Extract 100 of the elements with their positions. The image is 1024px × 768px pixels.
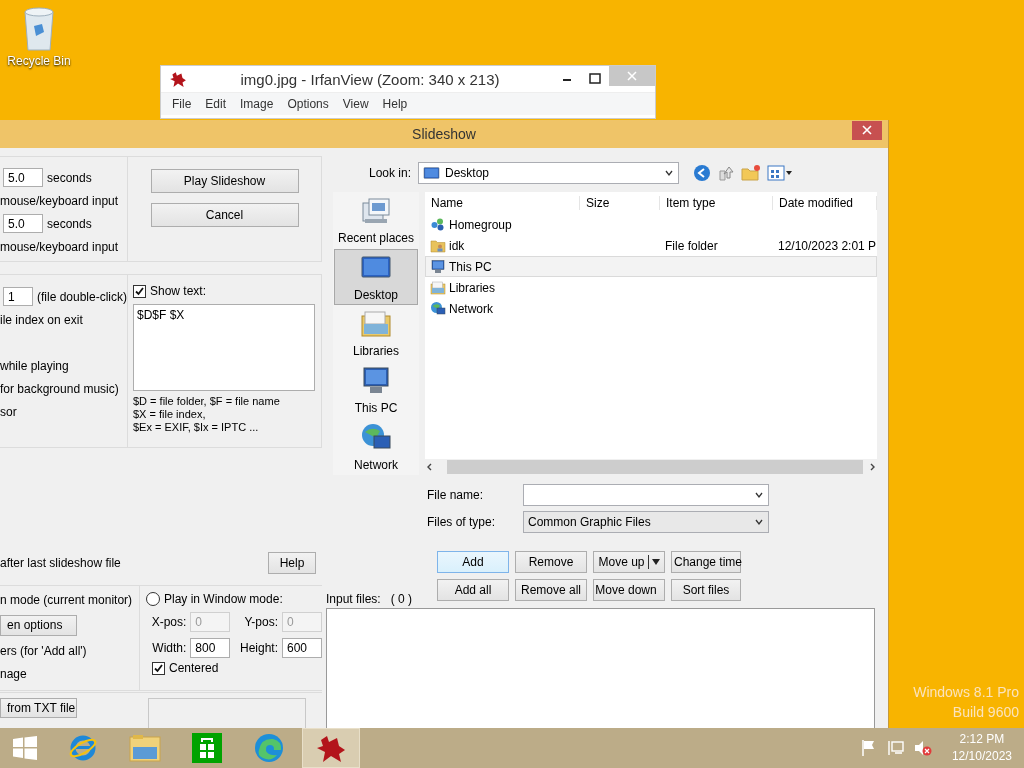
file-name-field[interactable] — [523, 484, 769, 506]
homegroup-icon — [430, 216, 446, 233]
number-field[interactable]: 1 — [3, 287, 33, 306]
file-date: 12/10/2023 2:01 P — [778, 238, 877, 253]
play-slideshow-button[interactable]: Play Slideshow — [150, 169, 299, 193]
places-item[interactable]: This PC — [334, 361, 418, 419]
menu-item[interactable]: View — [335, 95, 376, 113]
checkbox[interactable] — [152, 661, 165, 675]
help-button[interactable]: Help — [268, 552, 316, 574]
file-count: ( 0 ) — [390, 592, 413, 608]
places-item[interactable]: Libraries — [334, 305, 418, 362]
field-label: Width: — [151, 641, 187, 655]
pc-icon — [430, 258, 446, 275]
file-row[interactable]: This PC — [425, 256, 877, 277]
radio-button[interactable] — [146, 592, 160, 606]
menu-item[interactable]: Edit — [198, 95, 234, 113]
field-label: Files of type: — [426, 515, 497, 529]
view-menu-icon[interactable] — [767, 164, 793, 182]
number-field[interactable]: 5.0 — [3, 168, 43, 187]
field-label: Y-pos: — [243, 615, 278, 629]
taskbar-button[interactable] — [302, 728, 360, 768]
help-text: $Ex = EXIF, $Ix = IPTC ... — [133, 421, 260, 434]
options-button[interactable]: en options — [0, 614, 77, 636]
column-header[interactable]: Item type — [660, 196, 773, 210]
field-label: Height: — [238, 641, 278, 655]
windows-logo-icon — [12, 735, 38, 761]
option-label: ers (for 'Add all') — [0, 643, 87, 658]
folder-icon — [129, 733, 161, 763]
option-label: ile index on exit — [0, 312, 83, 327]
places-item[interactable]: Network — [334, 418, 418, 475]
file-row[interactable]: Homegroup — [425, 214, 877, 235]
trash-bin-icon[interactable] — [22, 6, 56, 52]
option-label: mouse/keyboard input — [0, 239, 119, 254]
window-title: img0.jpg - IrfanView (Zoom: 340 x 213) — [239, 70, 501, 88]
option-label: for background music) — [0, 381, 119, 396]
menu-item[interactable]: Image — [233, 95, 281, 113]
dropdown-caret-icon[interactable] — [754, 517, 764, 527]
list-action-button[interactable]: Sort files — [671, 579, 741, 601]
window-title: Slideshow — [412, 126, 476, 142]
close-icon[interactable] — [852, 121, 882, 140]
file-name: Network — [449, 301, 493, 316]
list-action-button[interactable]: Add all — [437, 579, 509, 601]
places-item[interactable]: Desktop — [334, 248, 418, 306]
dropdown-caret-icon[interactable] — [754, 490, 764, 500]
option-label: sor — [0, 404, 17, 419]
muted-speaker-icon[interactable] — [912, 739, 933, 757]
number-field[interactable]: 600 — [282, 638, 322, 658]
up-folder-icon[interactable] — [717, 164, 735, 182]
split-button[interactable]: Move up — [593, 551, 665, 573]
libraries-icon — [430, 279, 446, 296]
file-name: Homegroup — [449, 217, 512, 232]
menu-item[interactable]: Options — [280, 95, 336, 113]
option-label: while playing — [0, 358, 69, 373]
network-icon — [430, 300, 446, 317]
file-name: idk — [449, 238, 465, 253]
places-item[interactable]: Recent places — [334, 192, 418, 249]
flag-icon[interactable] — [860, 739, 877, 757]
look-in-dropdown[interactable]: Desktop — [418, 162, 679, 184]
file-row[interactable]: Network — [425, 298, 877, 319]
list-action-button[interactable]: Remove — [515, 551, 587, 573]
number-field[interactable]: 5.0 — [3, 214, 43, 233]
file-name: This PC — [449, 259, 492, 274]
dropdown-caret-icon[interactable] — [651, 559, 660, 565]
browser-swirl-icon — [253, 732, 285, 764]
menu-item[interactable]: Help — [375, 95, 415, 113]
file-row[interactable]: idk File folder 12/10/2023 2:01 P — [425, 235, 877, 256]
file-type-dropdown[interactable]: Common Graphic Files — [523, 511, 769, 533]
menu-item[interactable]: File — [165, 95, 199, 113]
store-bag-icon — [192, 733, 222, 763]
column-header[interactable]: Size — [580, 196, 660, 210]
checkbox-label: Centered — [169, 661, 219, 675]
column-header[interactable]: Name — [425, 196, 580, 210]
file-row[interactable]: Libraries — [425, 277, 877, 298]
checkbox[interactable] — [133, 284, 146, 298]
browser-e-icon — [68, 733, 98, 763]
monitor-icon — [423, 164, 440, 182]
radio-label: Play in Window mode: — [164, 592, 283, 606]
number-field[interactable]: 800 — [190, 638, 231, 658]
dropdown-caret-icon[interactable] — [664, 168, 674, 178]
new-folder-icon[interactable] — [741, 164, 761, 182]
field-label: seconds — [47, 170, 92, 185]
option-label: after last slideshow file — [0, 556, 121, 570]
text-template-field[interactable]: $D$F $X — [133, 304, 315, 391]
os-watermark-text: Windows 8.1 Pro — [913, 684, 1019, 700]
load-list-button[interactable]: from TXT file — [0, 698, 77, 718]
input-files-label: Input files: — [326, 592, 381, 608]
cancel-button[interactable]: Cancel — [150, 203, 299, 227]
file-name: Libraries — [449, 280, 496, 295]
split-button[interactable]: Move down — [593, 579, 665, 601]
field-label: Look in: — [367, 166, 412, 180]
help-text: $X = file index, — [133, 408, 207, 421]
field-label: X-pos: — [150, 615, 187, 629]
field-label: File name: — [426, 488, 485, 502]
help-text: $D = file folder, $F = file name — [133, 395, 281, 408]
option-label: mouse/keyboard input — [0, 193, 119, 208]
list-action-button[interactable]: Add — [437, 551, 509, 573]
column-header[interactable]: Date modified — [773, 196, 877, 210]
app-logo-icon — [169, 70, 187, 88]
list-action-button[interactable]: Remove all — [515, 579, 587, 601]
list-action-button[interactable]: Change time — [671, 551, 741, 573]
